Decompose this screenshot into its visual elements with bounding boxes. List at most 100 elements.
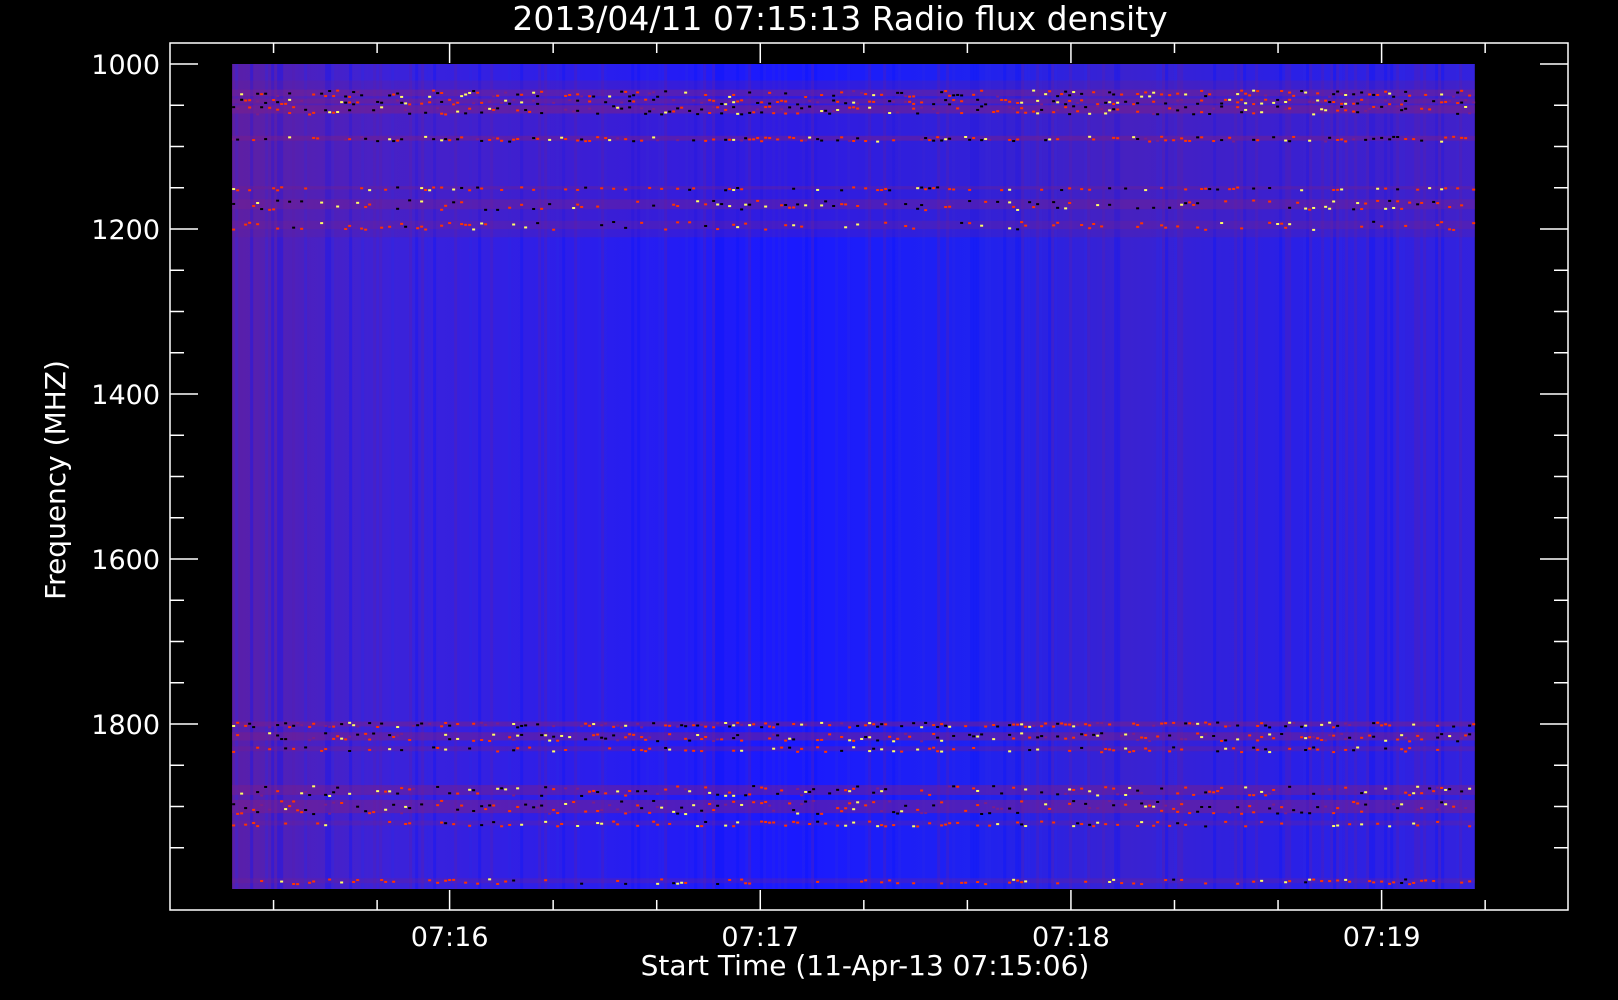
interference-speckle bbox=[800, 747, 804, 750]
interference-speckle bbox=[324, 95, 328, 98]
interference-speckle bbox=[1184, 106, 1188, 109]
interference-speckle bbox=[776, 101, 780, 104]
interference-speckle bbox=[236, 721, 240, 724]
interference-speckle bbox=[756, 108, 760, 111]
interference-speckle bbox=[552, 788, 556, 791]
interference-speckle bbox=[780, 746, 784, 749]
interference-speckle bbox=[328, 812, 332, 815]
interference-speckle bbox=[1440, 188, 1444, 191]
interference-speckle bbox=[1248, 94, 1252, 97]
interference-speckle bbox=[912, 95, 916, 98]
interference-speckle bbox=[928, 747, 932, 750]
interference-speckle bbox=[512, 723, 516, 726]
interference-speckle bbox=[572, 207, 576, 210]
interference-speckle bbox=[1428, 108, 1432, 111]
interference-speckle bbox=[288, 726, 292, 729]
interference-speckle bbox=[700, 825, 704, 828]
interference-speckle bbox=[460, 95, 464, 98]
interference-speckle bbox=[1468, 787, 1472, 790]
interference-speckle bbox=[1068, 113, 1072, 116]
interference-speckle bbox=[280, 738, 284, 741]
interference-speckle bbox=[1408, 794, 1412, 797]
interference-speckle bbox=[640, 807, 644, 810]
interference-speckle bbox=[1308, 812, 1312, 815]
interference-speckle bbox=[892, 139, 896, 142]
interference-speckle bbox=[1268, 187, 1272, 190]
interference-speckle bbox=[396, 207, 400, 210]
interference-speckle bbox=[1064, 103, 1068, 106]
interference-speckle bbox=[676, 725, 680, 728]
interference-speckle bbox=[872, 723, 876, 726]
interference-speckle bbox=[1280, 733, 1284, 736]
interference-speckle bbox=[1152, 824, 1156, 827]
interference-speckle bbox=[464, 881, 468, 884]
interference-speckle bbox=[880, 189, 884, 192]
interference-speckle bbox=[1156, 821, 1160, 824]
interference-speckle bbox=[552, 808, 556, 811]
interference-speckle bbox=[504, 788, 508, 791]
interference-speckle bbox=[888, 100, 892, 103]
interference-speckle bbox=[1460, 101, 1464, 104]
interference-speckle bbox=[588, 790, 592, 793]
interference-speckle bbox=[840, 749, 844, 752]
interference-speckle bbox=[1284, 226, 1288, 229]
interference-speckle bbox=[1272, 803, 1276, 806]
interference-speckle bbox=[708, 99, 712, 102]
interference-speckle bbox=[624, 882, 628, 885]
interference-speckle bbox=[600, 809, 604, 812]
interference-speckle bbox=[440, 92, 444, 95]
interference-speckle bbox=[1344, 738, 1348, 741]
interference-speckle bbox=[688, 221, 692, 224]
interference-speckle bbox=[1184, 823, 1188, 826]
interference-speckle bbox=[832, 94, 836, 97]
interference-speckle bbox=[508, 810, 512, 813]
interference-speckle bbox=[1236, 738, 1240, 741]
interference-speckle bbox=[1024, 224, 1028, 227]
interference-speckle bbox=[624, 812, 628, 815]
interference-speckle bbox=[396, 734, 400, 737]
interference-speckle bbox=[1008, 724, 1012, 727]
interference-speckle bbox=[844, 226, 848, 229]
interference-speckle bbox=[1132, 722, 1136, 725]
interference-speckle bbox=[476, 186, 480, 189]
interference-speckle bbox=[764, 228, 768, 231]
interference-speckle bbox=[1260, 821, 1264, 824]
interference-speckle bbox=[1464, 137, 1468, 140]
interference-speckle bbox=[1188, 139, 1192, 142]
interference-speckle bbox=[1200, 188, 1204, 191]
interference-speckle bbox=[616, 823, 620, 826]
interference-speckle bbox=[360, 227, 364, 230]
interference-speckle bbox=[1000, 189, 1004, 192]
interference-speckle bbox=[1284, 101, 1288, 104]
interference-speckle bbox=[1300, 811, 1304, 814]
interference-speckle bbox=[492, 733, 496, 736]
interference-speckle bbox=[480, 739, 484, 742]
interference-speckle bbox=[256, 113, 260, 116]
interference-speckle bbox=[768, 91, 772, 94]
interference-speckle bbox=[936, 750, 940, 753]
interference-speckle bbox=[288, 200, 292, 203]
y-tick-label: 1600 bbox=[91, 545, 160, 576]
interference-speckle bbox=[932, 724, 936, 727]
interference-speckle bbox=[988, 824, 992, 827]
interference-speckle bbox=[352, 103, 356, 106]
interference-speckle bbox=[856, 801, 860, 804]
interference-speckle bbox=[516, 734, 520, 737]
interference-speckle bbox=[432, 186, 436, 189]
interference-speckle bbox=[864, 140, 868, 143]
interference-speckle bbox=[668, 724, 672, 727]
interference-speckle bbox=[348, 109, 352, 112]
interference-speckle bbox=[420, 803, 424, 806]
interference-speckle bbox=[1020, 800, 1024, 803]
interference-speckle bbox=[636, 790, 640, 793]
interference-speckle bbox=[644, 738, 648, 741]
interference-speckle bbox=[404, 109, 408, 112]
interference-speckle bbox=[1036, 748, 1040, 751]
interference-speckle bbox=[496, 137, 500, 140]
interference-speckle bbox=[512, 738, 516, 741]
interference-speckle bbox=[660, 187, 664, 190]
interference-speckle bbox=[804, 800, 808, 803]
interference-speckle bbox=[816, 101, 820, 104]
interference-speckle bbox=[612, 734, 616, 737]
interference-speckle bbox=[1096, 807, 1100, 810]
